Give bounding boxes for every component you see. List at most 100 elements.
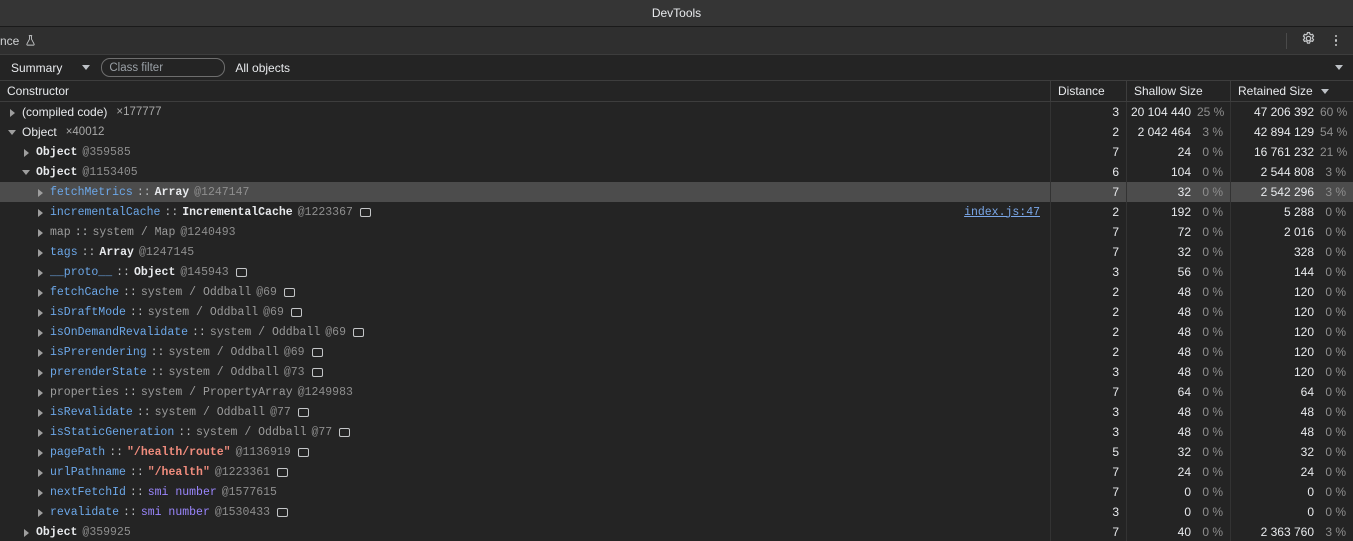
constructor-name: Object (36, 165, 78, 179)
reveal-object-icon[interactable] (311, 367, 323, 377)
cell-shallow-size-value: 48 (1177, 425, 1191, 439)
tree-expand-closed-icon[interactable] (36, 207, 47, 218)
cell-retained-size-value: 0 (1307, 485, 1314, 499)
table-row[interactable]: pagePath:: "/health/route" @1136919 5 32 0 % 3… (0, 442, 1353, 462)
value-type: system / Oddball (168, 345, 279, 359)
tree-expand-closed-icon[interactable] (36, 247, 47, 258)
settings-button[interactable] (1295, 29, 1321, 53)
table-row[interactable]: (compiled code) ×177777 3 20 104 440 25 % 47 … (0, 102, 1353, 122)
table-row[interactable]: __proto__:: Object @145943 3 56 0 % 144 0 % (0, 262, 1353, 282)
cell-constructor: tags:: Array @1247145 (0, 242, 1050, 262)
table-row[interactable]: prerenderState:: system / Oddball @73 3 48 0 … (0, 362, 1353, 382)
reveal-object-icon[interactable] (339, 427, 351, 437)
constructor-name: Object (22, 125, 57, 139)
reveal-object-icon[interactable] (352, 327, 364, 337)
chevron-down-icon (1335, 65, 1343, 70)
reveal-object-icon[interactable] (297, 447, 309, 457)
table-row[interactable]: isOnDemandRevalidate:: system / Oddball @6… (0, 322, 1353, 342)
tree-expand-closed-icon[interactable] (36, 387, 47, 398)
class-filter-input[interactable] (101, 58, 226, 77)
column-header-retained-size[interactable]: Retained Size (1230, 81, 1353, 101)
cell-shallow-size: 48 0 % (1126, 342, 1230, 362)
cell-distance: 3 (1050, 262, 1126, 282)
table-row[interactable]: properties:: system / PropertyArray @12499… (0, 382, 1353, 402)
cell-shallow-size: 48 0 % (1126, 302, 1230, 322)
property-name: isOnDemandRevalidate (50, 325, 189, 339)
object-id: @73 (283, 365, 305, 379)
reveal-object-icon[interactable] (283, 287, 295, 297)
property-separator: :: (123, 505, 137, 519)
table-row[interactable]: fetchCache:: system / Oddball @69 2 48 0 % 120… (0, 282, 1353, 302)
tree-expand-closed-icon[interactable] (36, 427, 47, 438)
panel-tabstrip: nce (0, 27, 1353, 55)
cell-retained-size: 2 542 296 3 % (1230, 182, 1353, 202)
tree-expand-closed-icon[interactable] (36, 227, 47, 238)
cell-retained-size-value: 32 (1300, 445, 1314, 459)
cell-distance: 7 (1050, 482, 1126, 502)
tree-expand-closed-icon[interactable] (36, 287, 47, 298)
table-row[interactable]: isDraftMode:: system / Oddball @69 2 48 0 % 12… (0, 302, 1353, 322)
reveal-object-icon[interactable] (277, 467, 289, 477)
cell-distance-value: 5 (1112, 445, 1119, 459)
property-separator: :: (81, 245, 96, 259)
tab-performance[interactable]: nce (0, 27, 45, 54)
cell-shallow-size: 20 104 440 25 % (1126, 102, 1230, 122)
table-row[interactable]: revalidate:: smi number @1530433 3 0 0 % 0 0 % (0, 502, 1353, 522)
table-row[interactable]: isStaticGeneration:: system / Oddball @77 3… (0, 422, 1353, 442)
column-header-distance[interactable]: Distance (1050, 81, 1126, 101)
reveal-object-icon[interactable] (297, 407, 309, 417)
cell-shallow-size-value: 32 (1177, 185, 1191, 199)
column-header-constructor[interactable]: Constructor (0, 81, 1050, 101)
tree-expand-closed-icon[interactable] (36, 347, 47, 358)
reveal-object-icon[interactable] (277, 507, 289, 517)
reveal-object-icon[interactable] (359, 207, 371, 217)
column-header-shallow-size[interactable]: Shallow Size (1126, 81, 1230, 101)
tree-expand-closed-icon[interactable] (36, 187, 47, 198)
tree-expand-closed-icon[interactable] (36, 267, 47, 278)
table-row[interactable]: incrementalCache:: IncrementalCache @12233… (0, 202, 1353, 222)
more-options-button[interactable] (1323, 29, 1349, 53)
cell-retained-size: 48 0 % (1230, 422, 1353, 442)
reveal-object-icon[interactable] (290, 307, 302, 317)
tree-expand-closed-icon[interactable] (8, 107, 19, 118)
table-row[interactable]: urlPathname:: "/health" @1223361 7 24 0 % 24 0 … (0, 462, 1353, 482)
reveal-object-icon[interactable] (235, 267, 247, 277)
tree-expand-closed-icon[interactable] (36, 327, 47, 338)
cell-retained-size-percent: 0 % (1325, 345, 1346, 359)
cell-constructor: nextFetchId:: smi number @1577615 (0, 482, 1050, 502)
object-scope-select[interactable]: All objects (235, 58, 1347, 78)
tree-expand-open-icon[interactable] (22, 167, 33, 178)
source-location-link[interactable]: index.js:47 (964, 206, 1044, 219)
table-row[interactable]: fetchMetrics:: Array @1247147 7 32 0 % 2 542 2… (0, 182, 1353, 202)
view-mode-select[interactable]: Summary (6, 58, 95, 78)
tree-expand-closed-icon[interactable] (36, 507, 47, 518)
cell-retained-size-percent: 0 % (1325, 285, 1346, 299)
tree-expand-closed-icon[interactable] (36, 487, 47, 498)
table-row[interactable]: Object ×40012 2 2 042 464 3 % 42 894 129 54 % (0, 122, 1353, 142)
tree-expand-closed-icon[interactable] (36, 447, 47, 458)
table-row[interactable]: Object @1153405 6 104 0 % 2 544 808 3 % (0, 162, 1353, 182)
tree-expand-closed-icon[interactable] (36, 307, 47, 318)
cell-distance-value: 7 (1112, 225, 1119, 239)
tree-expand-closed-icon[interactable] (22, 147, 33, 158)
tree-expand-closed-icon[interactable] (36, 407, 47, 418)
reveal-object-icon[interactable] (311, 347, 323, 357)
tree-expand-closed-icon[interactable] (36, 467, 47, 478)
cell-distance: 3 (1050, 102, 1126, 122)
cell-shallow-size: 0 0 % (1126, 482, 1230, 502)
cell-retained-size-value: 24 (1300, 465, 1314, 479)
table-row[interactable]: map:: system / Map @1240493 7 72 0 % 2 016 0 % (0, 222, 1353, 242)
table-row[interactable]: isPrerendering:: system / Oddball @69 2 48 0 … (0, 342, 1353, 362)
cell-shallow-size: 48 0 % (1126, 362, 1230, 382)
column-header-constructor-label: Constructor (7, 84, 70, 98)
tree-expand-closed-icon[interactable] (22, 527, 33, 538)
tree-expand-closed-icon[interactable] (36, 367, 47, 378)
table-row[interactable]: nextFetchId:: smi number @1577615 7 0 0 % 0 0 % (0, 482, 1353, 502)
cell-shallow-size-percent: 0 % (1202, 425, 1223, 439)
tree-expand-open-icon[interactable] (8, 127, 19, 138)
cell-shallow-size-percent: 0 % (1202, 225, 1223, 239)
table-row[interactable]: tags:: Array @1247145 7 32 0 % 328 0 % (0, 242, 1353, 262)
table-row[interactable]: Object @359925 7 40 0 % 2 363 760 3 % (0, 522, 1353, 541)
table-row[interactable]: isRevalidate:: system / Oddball @77 3 48 0 % 4… (0, 402, 1353, 422)
table-row[interactable]: Object @359585 7 24 0 % 16 761 232 21 % (0, 142, 1353, 162)
